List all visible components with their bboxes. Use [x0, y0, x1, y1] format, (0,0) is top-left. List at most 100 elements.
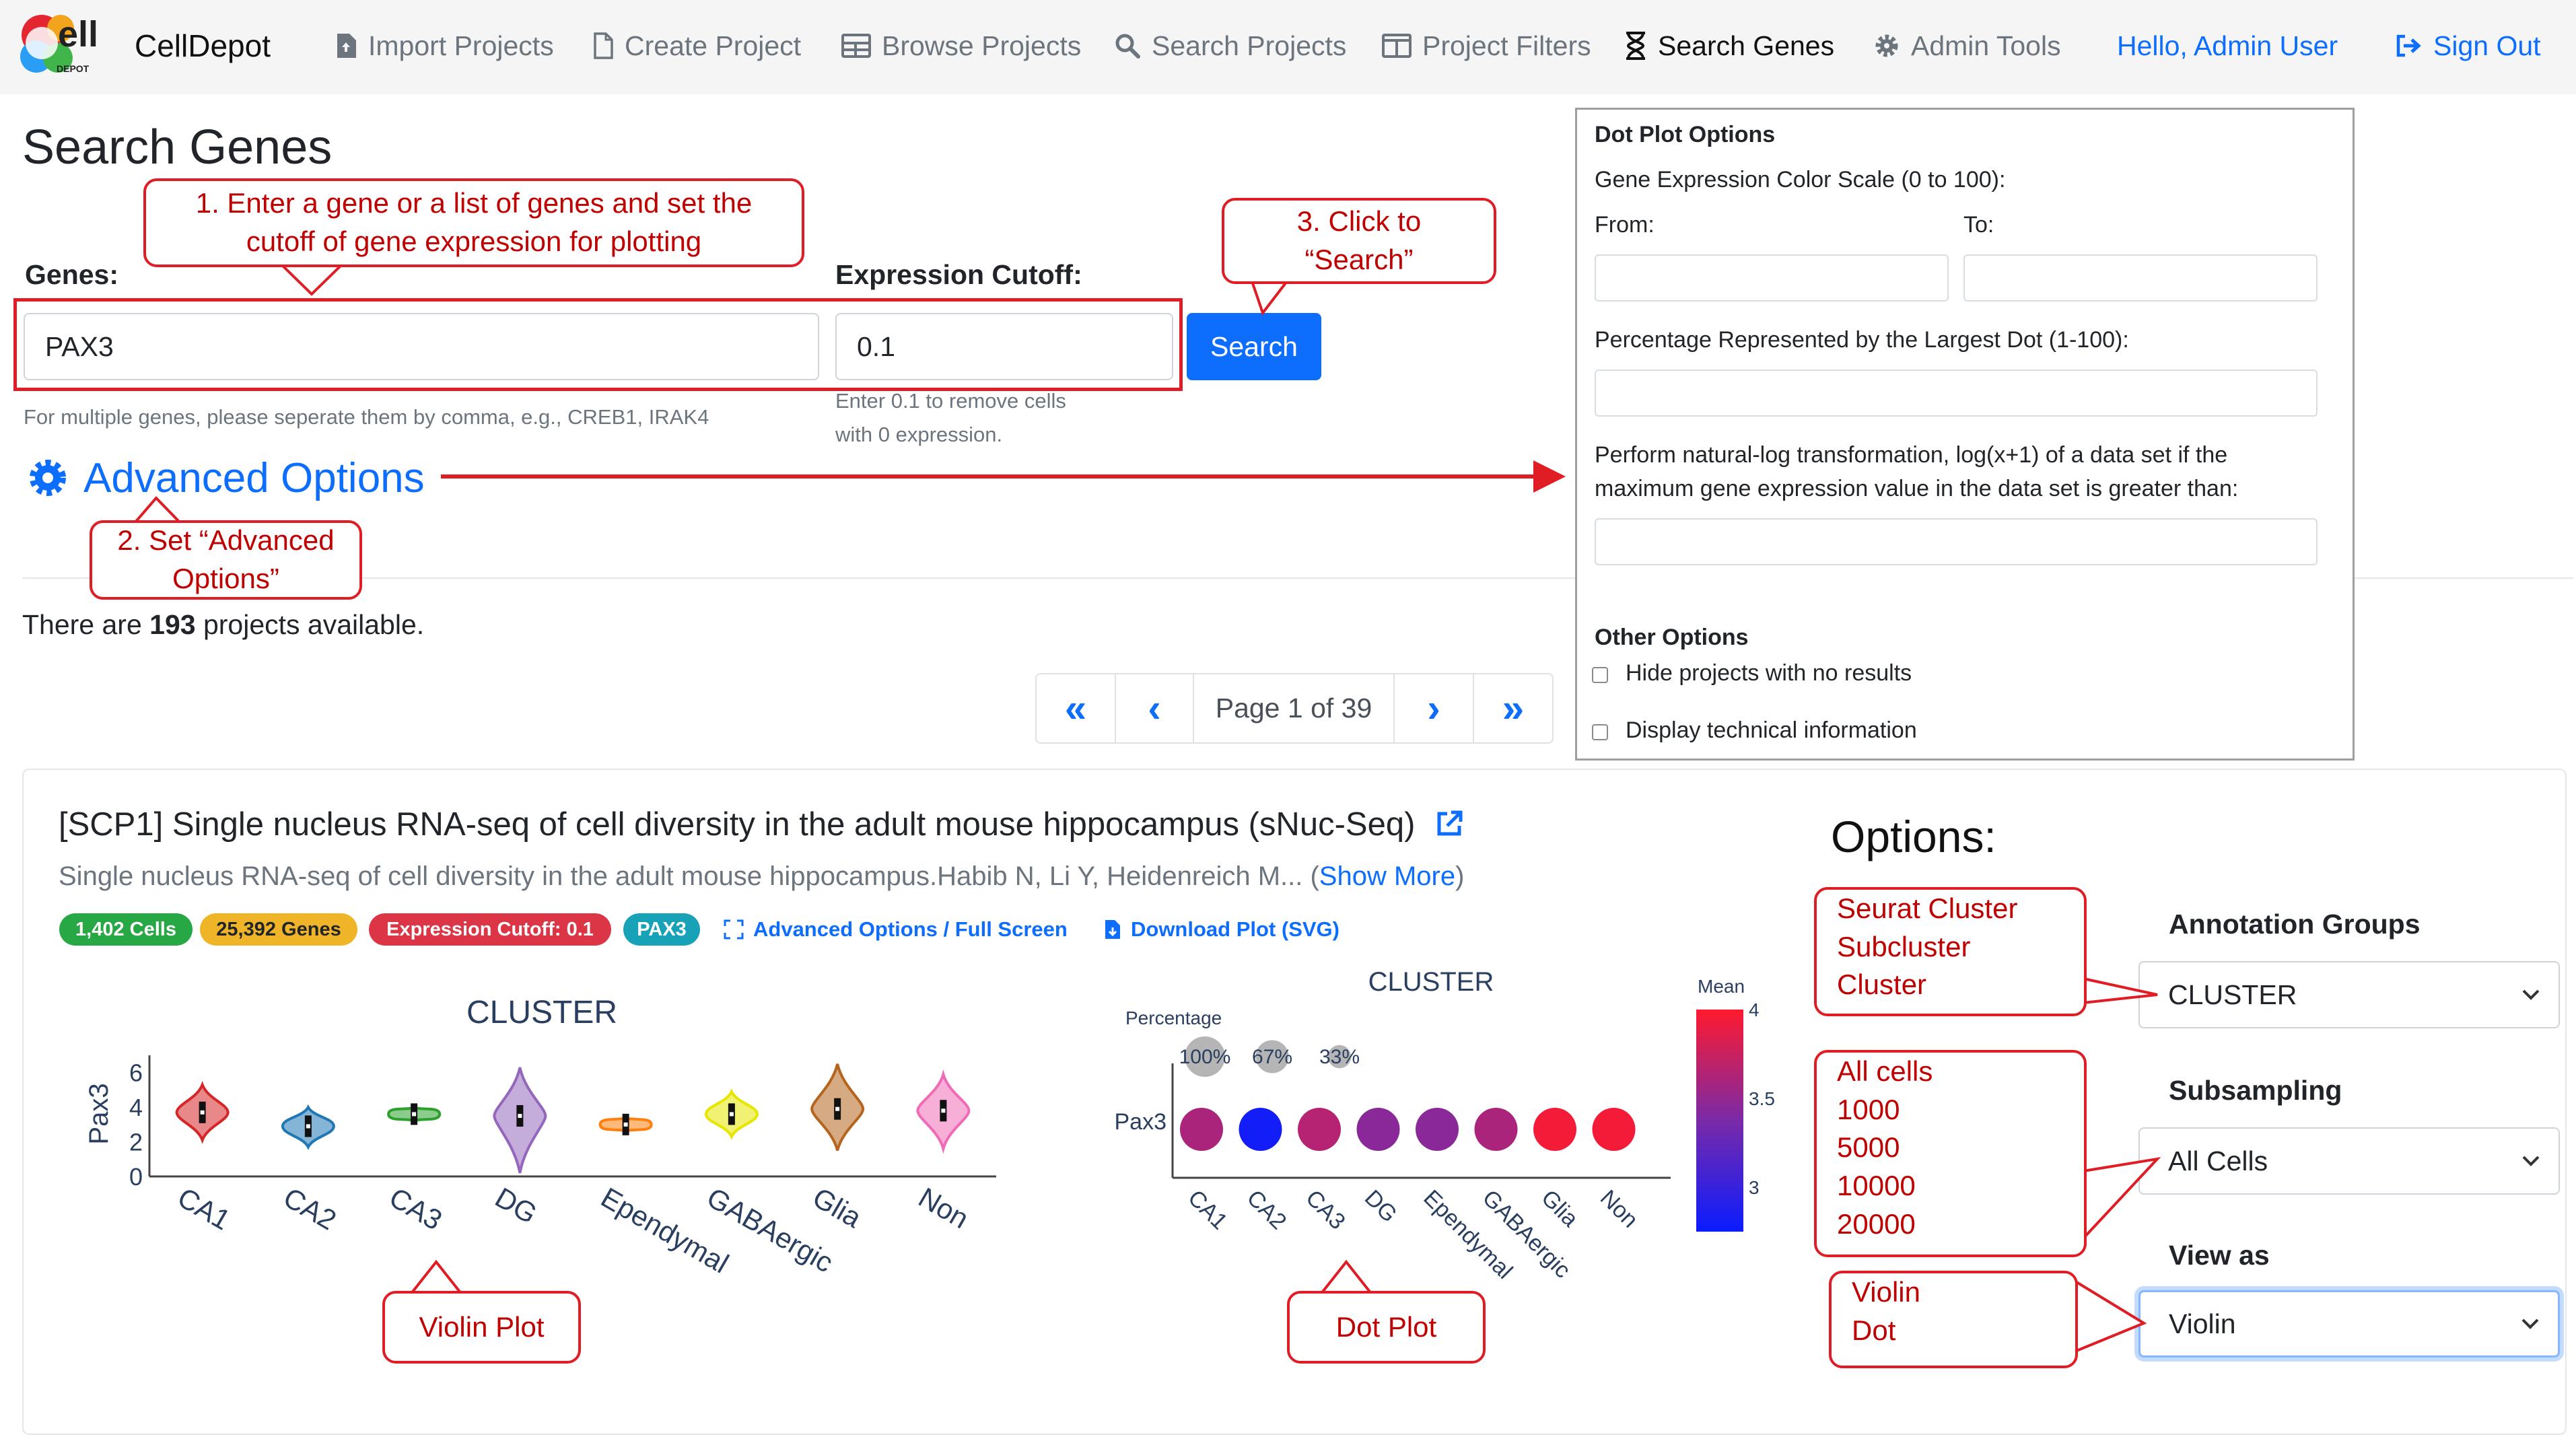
- violin-y-tick-label: 0: [129, 1163, 143, 1191]
- nav-search-projects[interactable]: Search Projects: [1114, 19, 1346, 73]
- sign-out-icon: [2396, 34, 2421, 57]
- color-scale-to-input[interactable]: [1963, 254, 2318, 302]
- sign-out-link[interactable]: Sign Out: [2394, 19, 2541, 73]
- violin-plot-title: CLUSTER: [466, 995, 617, 1030]
- callout-step1-tail: [281, 264, 342, 296]
- project-description-text: Single nucleus RNA-seq of cell diversity…: [59, 861, 1319, 891]
- callout-annotation-opt-2: Subcluster: [1837, 930, 1971, 962]
- dot-mark[interactable]: [1356, 1108, 1400, 1151]
- dot-mark[interactable]: [1592, 1108, 1636, 1151]
- dot-size-legend-label: 33%: [1319, 1046, 1360, 1068]
- pagination-last[interactable]: »: [1473, 673, 1554, 744]
- download-plot-label: Download Plot (SVG): [1131, 917, 1339, 941]
- nav-browse-projects[interactable]: Browse Projects: [841, 19, 1081, 73]
- file-import-icon: [337, 34, 356, 58]
- cutoff-help-line2: with 0 expression.: [835, 423, 1003, 446]
- genes-help-text: For multiple genes, please seperate them…: [24, 405, 709, 429]
- callout-view-opt-1: Violin: [1852, 1276, 1920, 1308]
- dot-x-tick-label: CA3: [1300, 1185, 1350, 1235]
- user-greeting[interactable]: Hello, Admin User: [2117, 19, 2338, 73]
- page-title: Search Genes: [22, 120, 333, 174]
- project-title[interactable]: [SCP1] Single nucleus RNA-seq of cell di…: [59, 806, 1465, 843]
- violin-y-tick-label: 6: [129, 1059, 143, 1087]
- logo-text: ell: [58, 14, 99, 55]
- pagination-next[interactable]: ›: [1393, 673, 1474, 744]
- brand-logo[interactable]: ell DEPOT: [19, 9, 99, 83]
- dot-x-ticks: CA1 CA2 CA3 DG EpendymalGABAergicGlia Non: [1183, 1185, 1642, 1284]
- navbar: ell DEPOT CellDepot Import Projects Crea…: [0, 0, 2576, 94]
- chevron-down-icon: [2522, 989, 2540, 1000]
- dot-plot[interactable]: CLUSTER Percentage 100% 67% 33% Pax3 CA1 CA…: [1111, 962, 1811, 1299]
- callout-step3-line2: “Search”: [1304, 244, 1414, 275]
- callout-step2-line2: Options”: [172, 563, 279, 594]
- show-more-link[interactable]: Show More: [1319, 861, 1455, 891]
- dot-mark[interactable]: [1533, 1108, 1576, 1151]
- largest-dot-label: Percentage Represented by the Largest Do…: [1595, 327, 2129, 353]
- nav-search-genes-label: Search Genes: [1658, 30, 1835, 61]
- options-heading: Options:: [1831, 812, 1996, 861]
- violin-y-tick-label: 4: [129, 1094, 143, 1121]
- violin-marks: [175, 1063, 971, 1174]
- callout-step3-line1: 3. Click to: [1296, 205, 1422, 238]
- violin-median: [623, 1122, 628, 1127]
- to-label: To:: [1963, 212, 1994, 238]
- brand-name[interactable]: CellDepot: [135, 19, 271, 73]
- dot-plot-title: CLUSTER: [1368, 967, 1494, 997]
- dot-mark[interactable]: [1180, 1108, 1223, 1151]
- dot-plot-gene-label: Pax3: [1115, 1109, 1167, 1135]
- dot-mark[interactable]: [1298, 1108, 1341, 1151]
- subsampling-label: Subsampling: [2169, 1075, 2342, 1106]
- advanced-options-label: Advanced Options: [83, 454, 425, 501]
- view-as-label: View as: [2169, 1240, 2270, 1271]
- display-technical-checkbox[interactable]: [1592, 724, 1608, 740]
- advanced-options-toggle[interactable]: Advanced Options: [27, 450, 425, 506]
- dot-x-tick-label: CA1: [1183, 1185, 1232, 1235]
- projects-count-suffix: projects available.: [195, 609, 425, 640]
- callout-subsampling-opt-3: 5000: [1837, 1131, 1900, 1164]
- download-plot-link[interactable]: Download Plot (SVG): [1104, 913, 1339, 946]
- subsampling-value: All Cells: [2168, 1145, 2268, 1176]
- projects-count-value: 193: [149, 609, 196, 640]
- nav-project-filters[interactable]: Project Filters: [1382, 19, 1591, 73]
- hide-projects-label[interactable]: Hide projects with no results: [1626, 660, 1912, 686]
- nav-import-projects[interactable]: Import Projects: [335, 19, 554, 73]
- view-as-select[interactable]: Violin: [2138, 1290, 2560, 1357]
- pagination-first[interactable]: «: [1035, 673, 1116, 744]
- display-technical-label[interactable]: Display technical information: [1626, 717, 1917, 744]
- dot-mark[interactable]: [1239, 1108, 1282, 1151]
- chevron-down-icon: [2522, 1156, 2540, 1166]
- annotation-groups-select[interactable]: CLUSTER: [2138, 961, 2560, 1028]
- description-close-paren: ): [1455, 861, 1465, 891]
- pagination-prev[interactable]: ‹: [1115, 673, 1194, 744]
- callout-subsampling-opt-1: All cells: [1837, 1055, 1933, 1087]
- search-button[interactable]: Search: [1187, 313, 1321, 380]
- log-transform-input[interactable]: [1595, 518, 2318, 565]
- dot-mark[interactable]: [1474, 1108, 1518, 1151]
- nav-create-project-label: Create Project: [625, 30, 802, 61]
- subsampling-select[interactable]: All Cells: [2138, 1127, 2560, 1195]
- callout-subsampling-opt-4: 10000: [1837, 1170, 1916, 1202]
- nav-admin-tools[interactable]: Admin Tools: [1873, 19, 2061, 73]
- callout-step3-tail: [1251, 280, 1288, 316]
- dot-mark[interactable]: [1416, 1108, 1459, 1151]
- nav-create-project[interactable]: Create Project: [592, 19, 801, 73]
- color-scale-from-input[interactable]: [1595, 254, 1949, 302]
- projects-count-prefix: There are: [22, 609, 150, 640]
- largest-dot-input[interactable]: [1595, 369, 2318, 417]
- file-icon: [594, 32, 613, 59]
- genes-badge: 25,392 Genes: [200, 913, 357, 946]
- nav-search-genes[interactable]: Search Genes: [1624, 19, 1834, 73]
- external-link-icon[interactable]: [1434, 808, 1465, 839]
- violin-median: [412, 1112, 417, 1117]
- chevron-down-icon: [2521, 1318, 2539, 1329]
- file-download-icon: [1105, 920, 1120, 939]
- colorbar-title: Mean: [1698, 976, 1745, 997]
- callout-violin-plot: Violin Plot: [382, 1291, 581, 1364]
- callout-step2: 2. Set “Advanced Options”: [90, 520, 362, 600]
- view-as-value: Violin: [2169, 1308, 2236, 1339]
- advanced-fullscreen-label: Advanced Options / Full Screen: [753, 917, 1068, 941]
- advanced-fullscreen-link[interactable]: Advanced Options / Full Screen: [724, 913, 1068, 946]
- violin-plot[interactable]: CLUSTER Pax3 0246 CA1 CA2 CA3 DG EpendymalGA…: [47, 976, 1097, 1312]
- hide-projects-checkbox[interactable]: [1592, 667, 1608, 683]
- violin-median: [941, 1108, 946, 1113]
